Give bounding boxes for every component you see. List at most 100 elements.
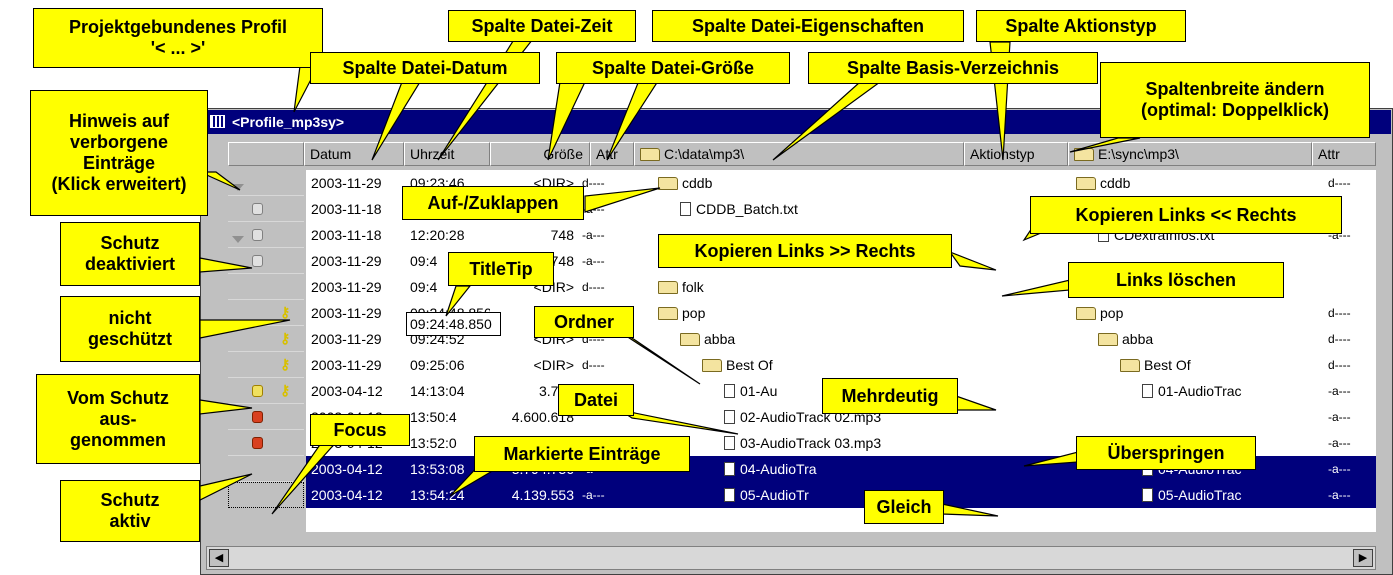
cell-size: 4.139.553 (511, 487, 574, 503)
focus-gutter-cell[interactable] (228, 482, 304, 508)
column-header-time[interactable]: Uhrzeit (404, 142, 490, 166)
callout-marked: Markierte Einträge (474, 436, 690, 472)
callout-folder: Ordner (534, 306, 634, 338)
left-name-text: Best Of (726, 357, 773, 373)
lock-inactive-icon (252, 255, 263, 267)
cell-right-attr: d---- (1328, 332, 1351, 346)
gutter-cell[interactable]: ⚷ (228, 300, 304, 326)
cell-attr: d---- (582, 280, 605, 294)
cell-size: <DIR> (533, 357, 574, 373)
callout-col-props: Spalte Datei-Eigenschaften (652, 10, 964, 42)
callout-skip: Überspringen (1076, 436, 1256, 470)
cell-right-attr: -a--- (1328, 410, 1351, 424)
column-header-size[interactable]: Größe (490, 142, 590, 166)
cell-date: 2003-11-29 (311, 331, 382, 347)
right-name-text: 05-AudioTrac (1158, 487, 1242, 503)
gutter-cell[interactable] (228, 456, 304, 482)
left-name-text: 01-Au (740, 383, 778, 399)
cell-left-name: CDDB_Batch.txt (680, 196, 980, 222)
file-icon (724, 384, 735, 398)
table-row[interactable]: 2003-11-29 09:25:06 <DIR> d---- Best Of Best … (306, 352, 1376, 378)
scroll-left-button[interactable]: ◀ (209, 549, 229, 567)
callout-profile: Projektgebundenes Profil '< ... >' (33, 8, 323, 68)
column-header-date[interactable]: Datum (304, 142, 404, 166)
cell-date: 2003-11-29 (311, 175, 382, 191)
column-header-action[interactable]: Aktionstyp (964, 142, 1068, 166)
cell-size: 748 (550, 227, 574, 243)
callout-col-time: Spalte Datei-Zeit (448, 10, 636, 42)
table-row[interactable]: 2003-04-12 13:54:24 4.139.553 -a--- 05-Audio… (306, 482, 1376, 508)
cell-attr: -a--- (582, 202, 605, 216)
column-header-attr-label: Attr (596, 146, 618, 162)
file-icon (680, 202, 691, 216)
cell-right-name: cddb (1076, 170, 1326, 196)
folder-icon (1074, 148, 1094, 161)
file-icon (724, 462, 735, 476)
gutter-cell[interactable]: ⚷ (228, 352, 304, 378)
key-icon: ⚷ (280, 356, 291, 372)
column-header-right-attr[interactable]: Attr (1312, 142, 1376, 166)
lock-exempt-icon (252, 385, 263, 397)
hidden-entries-icon[interactable] (232, 236, 244, 243)
scroll-right-button[interactable]: ▶ (1353, 549, 1373, 567)
cell-attr: -a--- (582, 228, 605, 242)
horizontal-scrollbar[interactable]: ◀ ▶ (206, 546, 1376, 570)
gutter-cell[interactable] (228, 248, 304, 274)
cell-date: 2003-04-12 (311, 383, 383, 399)
right-base-path: E:\sync\mp3\ (1098, 146, 1179, 162)
gutter-cell[interactable] (228, 222, 304, 248)
callout-file: Datei (558, 384, 634, 416)
file-icon (724, 488, 735, 502)
callout-protection-off: Schutz deaktiviert (60, 222, 200, 286)
cell-attr: d---- (582, 358, 605, 372)
folder-icon (658, 281, 678, 294)
gutter-cell[interactable] (228, 170, 304, 196)
cell-left-name: folk (658, 274, 958, 300)
folder-icon (680, 333, 700, 346)
lock-inactive-icon (252, 229, 263, 241)
callout-col-action: Spalte Aktionstyp (976, 10, 1186, 42)
callout-equal: Gleich (864, 490, 944, 524)
cell-right-attr: -a--- (1328, 384, 1351, 398)
folder-icon (702, 359, 722, 372)
right-name-text: pop (1100, 305, 1124, 321)
folder-icon (1120, 359, 1140, 372)
window-title: <Profile_mp3sy> (232, 114, 345, 130)
gutter-cell[interactable] (228, 196, 304, 222)
cell-right-attr: -a--- (1328, 488, 1351, 502)
gutter-cell[interactable]: ⚷ (228, 378, 304, 404)
left-base-path: C:\data\mp3\ (664, 146, 745, 162)
cell-attr: d---- (582, 176, 605, 190)
left-name-text: 03-AudioTrack 03.mp3 (740, 435, 882, 451)
column-header-date-label: Datum (310, 146, 352, 162)
callout-copy-right: Kopieren Links >> Rechts (658, 234, 952, 268)
key-icon: ⚷ (280, 382, 291, 398)
column-header-attr[interactable]: Attr (590, 142, 634, 166)
column-header-right-attr-label: Attr (1318, 146, 1340, 162)
column-header-time-label: Uhrzeit (410, 146, 455, 162)
cell-right-name: abba (1098, 326, 1348, 352)
left-name-text: CDDB_Batch.txt (696, 201, 798, 217)
cell-right-attr: -a--- (1328, 462, 1351, 476)
hidden-entries-icon[interactable] (232, 184, 244, 191)
column-header-right-base[interactable]: E:\sync\mp3\ (1068, 142, 1312, 166)
cell-attr: -a--- (582, 254, 605, 268)
gutter-cell[interactable]: ⚷ (228, 326, 304, 352)
left-name-text: folk (682, 279, 704, 295)
left-name-text: cddb (682, 175, 713, 191)
right-name-text: Best Of (1144, 357, 1191, 373)
grid-window-icon (210, 115, 225, 128)
column-header-left-base[interactable]: C:\data\mp3\ (634, 142, 964, 166)
cell-date: 2003-11-18 (311, 227, 382, 243)
callout-delete-left: Links löschen (1068, 262, 1284, 298)
file-icon (724, 436, 735, 450)
gutter-cell[interactable] (228, 404, 304, 430)
gutter-cell[interactable] (228, 430, 304, 456)
callout-ambiguous: Mehrdeutig (822, 378, 958, 414)
cell-date: 2003-11-29 (311, 279, 382, 295)
gutter-cell[interactable] (228, 274, 304, 300)
column-header-action-label: Aktionstyp (970, 146, 1035, 162)
protection-gutter: ⚷ ⚷ ⚷ ⚷ (228, 170, 304, 532)
callout-focus: Focus (310, 414, 410, 446)
lock-active-icon (252, 437, 263, 449)
